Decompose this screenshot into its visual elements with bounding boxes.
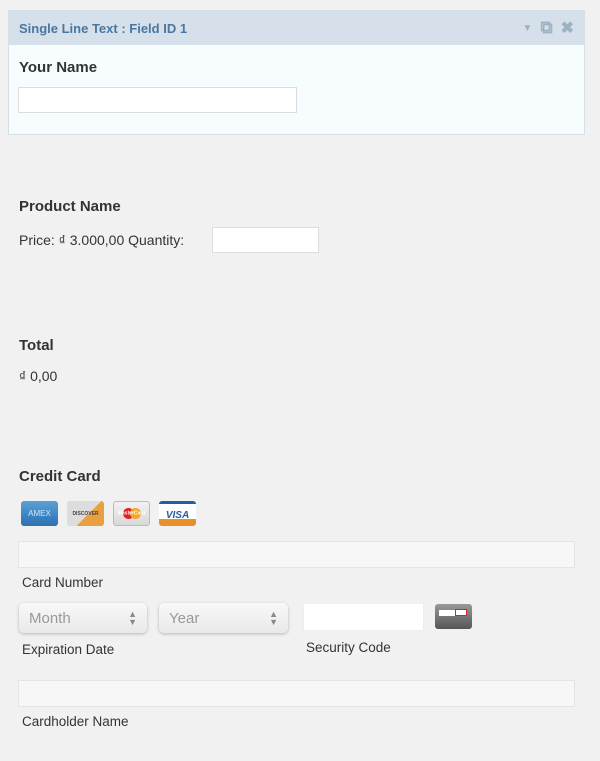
cardholder-name-label: Cardholder Name [22, 714, 129, 729]
visa-icon: VISA [159, 501, 196, 526]
year-select[interactable]: Year ▲ ▼ [159, 603, 288, 633]
discover-icon: DISCOVER [67, 501, 104, 526]
field-title: Single Line Text : Field ID 1 [19, 20, 188, 36]
quantity-input[interactable] [212, 227, 319, 253]
your-name-input[interactable] [18, 87, 297, 113]
card-number-label: Card Number [22, 575, 104, 590]
expiration-date-label: Expiration Date [22, 642, 115, 657]
cardholder-name-input[interactable] [18, 680, 575, 707]
amex-icon: AMEX [21, 501, 58, 526]
security-code-label: Security Code [306, 640, 391, 655]
month-placeholder: Month [29, 609, 71, 627]
credit-card-label: Credit Card [19, 468, 101, 485]
month-select[interactable]: Month ▲ ▼ [19, 603, 147, 633]
mastercard-label: MasterCard [117, 510, 146, 516]
duplicate-icon[interactable]: ⧉ [540, 18, 552, 38]
total-value: ₫ 0,00 [19, 368, 58, 384]
card-number-input[interactable] [18, 541, 575, 568]
field-header[interactable]: Single Line Text : Field ID 1 ▼ ⧉ ✖ [9, 11, 584, 45]
product-name-label: Product Name [19, 198, 121, 215]
select-arrows-icon: ▲ ▼ [128, 609, 137, 627]
close-icon[interactable]: ✖ [561, 18, 574, 38]
cvv-card-icon [435, 604, 472, 629]
security-code-input[interactable] [303, 603, 424, 631]
your-name-label: Your Name [19, 59, 98, 76]
select-arrows-icon: ▲ ▼ [269, 609, 278, 627]
year-placeholder: Year [169, 609, 200, 627]
total-label: Total [19, 337, 54, 354]
caret-down-icon[interactable]: ▼ [523, 23, 533, 34]
mastercard-icon: MasterCard [113, 501, 150, 526]
price-text: Price: ₫ 3.000,00 Quantity: [19, 232, 185, 248]
